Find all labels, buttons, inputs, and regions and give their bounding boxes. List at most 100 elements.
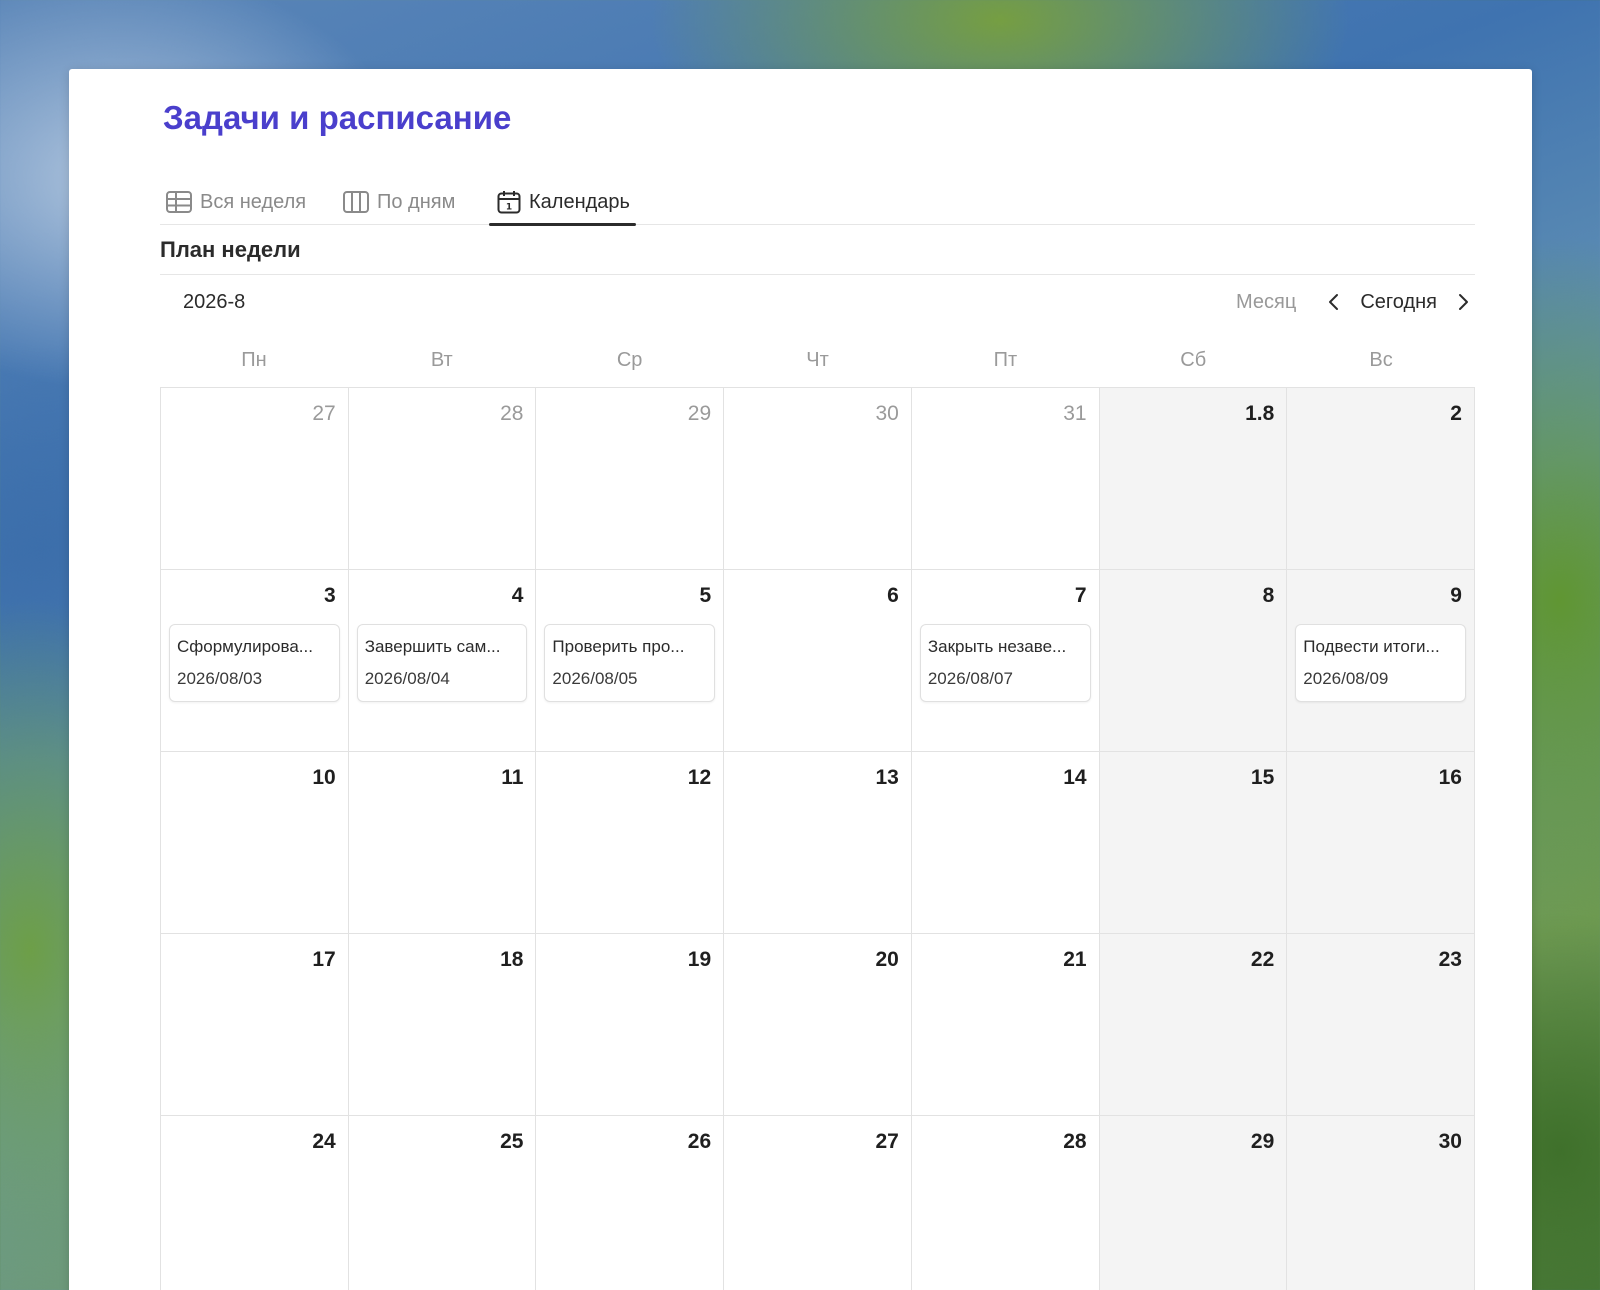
day-cell[interactable]: 16: [1287, 752, 1475, 934]
day-number: 29: [687, 402, 712, 425]
day-cell[interactable]: 6: [724, 570, 912, 752]
day-cell[interactable]: 9 Подвести итоги... 2026/08/09: [1287, 570, 1475, 752]
day-number: 27: [312, 402, 336, 425]
day-number: 14: [1063, 766, 1087, 789]
day-cell[interactable]: 3 Сформулирова... 2026/08/03: [161, 570, 349, 752]
event-date: 2026/08/03: [177, 669, 263, 688]
day-number: 25: [500, 1130, 524, 1153]
day-cell[interactable]: 7 Закрыть незаве... 2026/08/07: [911, 570, 1100, 752]
chevron-right-icon: [1459, 294, 1468, 310]
day-cell[interactable]: 5 Проверить про... 2026/08/05: [536, 570, 725, 752]
day-number: 5: [699, 584, 712, 607]
day-cell[interactable]: 2: [1287, 388, 1475, 570]
event-card[interactable]: Завершить сам... 2026/08/04: [356, 624, 528, 702]
day-number: 31: [1063, 402, 1087, 425]
day-cell[interactable]: 17: [161, 934, 349, 1116]
day-number: 8: [1262, 584, 1275, 607]
day-cell[interactable]: 29: [536, 388, 725, 570]
day-number: 7: [1074, 584, 1087, 607]
calendar-grid: 27 28 29 30 31 1.8 2 3 Сформулирова... 2026/08/03…: [160, 387, 1475, 1290]
weekday-header: Пн Вт Ср Чт Пт Сб Вс: [160, 341, 1475, 379]
tab-days-label: По дням: [377, 190, 456, 213]
day-cell[interactable]: 27: [161, 388, 349, 570]
day-number: 18: [500, 948, 524, 971]
day-number: 13: [875, 766, 899, 789]
day-number: 2: [1450, 402, 1462, 425]
day-cell[interactable]: 11: [348, 752, 537, 934]
day-cell[interactable]: 30: [724, 388, 912, 570]
day-cell[interactable]: 31: [911, 388, 1100, 570]
day-cell[interactable]: 21: [911, 934, 1100, 1116]
weekday-label: Пн: [241, 349, 267, 371]
day-cell[interactable]: 18: [348, 934, 537, 1116]
day-cell[interactable]: 29: [1099, 1116, 1288, 1290]
day-number: 30: [1438, 1130, 1462, 1153]
day-number: 28: [1063, 1130, 1087, 1153]
event-date: 2026/08/05: [552, 669, 638, 688]
day-number: 6: [887, 584, 899, 607]
day-cell[interactable]: 25: [348, 1116, 537, 1290]
event-date: 2026/08/09: [1303, 669, 1389, 688]
day-number: 29: [1250, 1130, 1275, 1153]
day-number: 28: [500, 402, 524, 425]
today-button[interactable]: Сегодня: [1360, 291, 1437, 314]
day-number: 17: [312, 948, 336, 971]
day-cell[interactable]: 28: [911, 1116, 1100, 1290]
event-card[interactable]: Проверить про... 2026/08/05: [544, 624, 716, 702]
next-button[interactable]: [1451, 290, 1475, 314]
event-title: Подвести итоги...: [1303, 637, 1440, 656]
day-number: 19: [687, 948, 712, 971]
tab-days[interactable]: По дням: [343, 179, 455, 225]
day-cell[interactable]: 8: [1099, 570, 1288, 752]
day-number: 4: [511, 584, 524, 607]
prev-button[interactable]: [1322, 290, 1346, 314]
day-cell[interactable]: 12: [536, 752, 725, 934]
day-cell[interactable]: 20: [724, 934, 912, 1116]
day-number: 26: [687, 1130, 712, 1153]
day-cell[interactable]: 30: [1287, 1116, 1475, 1290]
day-cell[interactable]: 23: [1287, 934, 1475, 1116]
weekday-label: Ср: [616, 349, 643, 371]
event-date: 2026/08/07: [927, 669, 1013, 688]
day-cell[interactable]: 4 Завершить сам... 2026/08/04: [348, 570, 537, 752]
chevron-left-icon: [1329, 294, 1339, 310]
event-card[interactable]: Подвести итоги... 2026/08/09: [1295, 624, 1466, 702]
event-card[interactable]: Сформулирова... 2026/08/03: [169, 624, 340, 702]
event-card[interactable]: Закрыть незаве... 2026/08/07: [919, 624, 1091, 702]
day-number: 27: [875, 1130, 899, 1153]
day-number: 9: [1450, 584, 1462, 607]
tab-week-label: Вся неделя: [200, 190, 307, 213]
day-number: 23: [1438, 948, 1462, 971]
weekday-label: Вт: [430, 349, 453, 371]
event-title: Проверить про...: [552, 637, 685, 656]
day-cell[interactable]: 19: [536, 934, 725, 1116]
day-number: 21: [1063, 948, 1087, 971]
day-cell[interactable]: 28: [348, 388, 537, 570]
weekday-label: Чт: [806, 349, 829, 371]
day-number: 12: [687, 766, 712, 789]
day-number: 1.8: [1245, 402, 1275, 425]
day-cell[interactable]: 1.8: [1099, 388, 1288, 570]
calendar-icon: 1: [497, 190, 521, 214]
day-cell[interactable]: 10: [161, 752, 349, 934]
tab-calendar[interactable]: 1 Календарь: [489, 179, 636, 226]
day-cell[interactable]: 15: [1099, 752, 1288, 934]
page-title: Задачи и расписание: [163, 99, 512, 136]
day-number: 16: [1438, 766, 1462, 789]
day-cell[interactable]: 27: [724, 1116, 912, 1290]
weekday-label: Вс: [1369, 349, 1393, 371]
day-number: 10: [312, 766, 336, 789]
board-columns-icon: [343, 191, 369, 213]
weekday-label: Сб: [1180, 349, 1207, 371]
event-title: Закрыть незаве...: [927, 637, 1067, 656]
day-cell[interactable]: 13: [724, 752, 912, 934]
day-cell[interactable]: 14: [911, 752, 1100, 934]
day-cell[interactable]: 26: [536, 1116, 725, 1290]
day-number: 24: [312, 1130, 336, 1153]
tab-week[interactable]: Вся неделя: [166, 179, 306, 225]
day-cell[interactable]: 24: [161, 1116, 349, 1290]
mode-select[interactable]: Месяц: [1236, 291, 1296, 314]
day-cell[interactable]: 22: [1099, 934, 1288, 1116]
event-title: Завершить сам...: [364, 637, 501, 656]
main-card: Задачи и расписание Вся неделя По дням 1…: [69, 69, 1532, 1290]
